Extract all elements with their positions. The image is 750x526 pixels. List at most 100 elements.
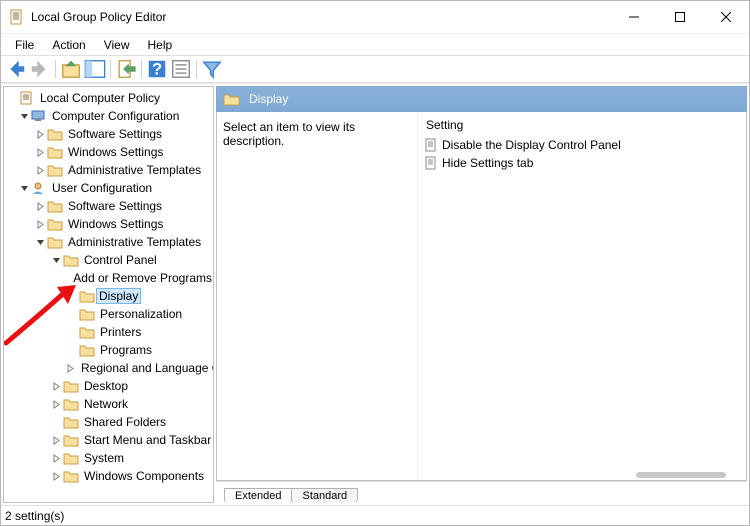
policy-tree[interactable]: Local Computer Policy Computer Configura… (4, 87, 213, 502)
list-item[interactable]: Disable the Display Control Panel (424, 136, 740, 154)
help-button[interactable]: ? (146, 58, 168, 80)
tree-admin-templates-user[interactable]: Administrative Templates (4, 233, 213, 251)
tree-label: Administrative Templates (67, 235, 202, 249)
tree-admin-templates[interactable]: Administrative Templates (4, 161, 213, 179)
chevron-right-icon[interactable] (50, 398, 62, 410)
settings-list[interactable]: Setting Disable the Display Control Pane… (417, 112, 746, 480)
toolbar-separator (110, 60, 111, 78)
chevron-right-icon[interactable] (34, 200, 46, 212)
user-icon (31, 181, 47, 195)
horizontal-scrollbar[interactable] (636, 472, 726, 478)
tree-root[interactable]: Local Computer Policy (4, 89, 213, 107)
export-button[interactable] (115, 58, 137, 80)
detail-body: Select an item to view its description. … (216, 112, 747, 481)
tree-system[interactable]: System (4, 449, 213, 467)
content-area: Local Computer Policy Computer Configura… (1, 83, 749, 505)
tree-windows-settings[interactable]: Windows Settings (4, 143, 213, 161)
folder-icon (47, 199, 63, 213)
tree-label: Regional and Language Options (80, 361, 213, 375)
tree-windows-settings-user[interactable]: Windows Settings (4, 215, 213, 233)
list-item[interactable]: Hide Settings tab (424, 154, 740, 172)
chevron-right-icon[interactable] (50, 434, 62, 446)
back-button[interactable] (5, 58, 27, 80)
tree-printers[interactable]: Printers (4, 323, 213, 341)
show-hide-tree-button[interactable] (84, 58, 106, 80)
folder-icon (79, 307, 95, 321)
tree-label: Windows Settings (67, 217, 164, 231)
folder-icon (47, 235, 63, 249)
chevron-right-icon[interactable] (50, 380, 62, 392)
tree-programs[interactable]: Programs (4, 341, 213, 359)
folder-icon (68, 271, 69, 285)
tree-label: Windows Components (83, 469, 205, 483)
tab-extended[interactable]: Extended (224, 488, 292, 503)
filter-button[interactable] (201, 58, 223, 80)
toolbar-separator (55, 60, 56, 78)
menubar: File Action View Help (1, 33, 749, 55)
up-button[interactable] (60, 58, 82, 80)
tree-shared-folders[interactable]: Shared Folders (4, 413, 213, 431)
folder-icon (47, 127, 63, 141)
minimize-button[interactable] (611, 1, 657, 33)
blank-expander (66, 272, 67, 284)
tree-computer-config[interactable]: Computer Configuration (4, 107, 213, 125)
folder-icon (63, 415, 79, 429)
blank-expander (50, 416, 62, 428)
tree-start-menu[interactable]: Start Menu and Taskbar (4, 431, 213, 449)
chevron-right-icon[interactable] (34, 164, 46, 176)
chevron-right-icon[interactable] (50, 470, 62, 482)
toolbar-separator (196, 60, 197, 78)
chevron-right-icon[interactable] (34, 146, 46, 158)
menu-action[interactable]: Action (44, 36, 93, 54)
chevron-right-icon[interactable] (34, 128, 46, 140)
properties-button[interactable] (170, 58, 192, 80)
chevron-right-icon[interactable] (66, 362, 75, 374)
close-button[interactable] (703, 1, 749, 33)
tree-windows-components[interactable]: Windows Components (4, 467, 213, 485)
blank-expander (66, 290, 78, 302)
folder-icon (47, 145, 63, 159)
column-header-setting[interactable]: Setting (424, 116, 740, 136)
tree-desktop[interactable]: Desktop (4, 377, 213, 395)
menu-help[interactable]: Help (140, 36, 181, 54)
tree-software-settings-user[interactable]: Software Settings (4, 197, 213, 215)
tree-software-settings[interactable]: Software Settings (4, 125, 213, 143)
tree-network[interactable]: Network (4, 395, 213, 413)
statusbar: 2 setting(s) (1, 505, 749, 525)
list-item-label: Disable the Display Control Panel (442, 138, 621, 152)
tree-pane: Local Computer Policy Computer Configura… (3, 86, 214, 503)
tree-label: Software Settings (67, 199, 163, 213)
tree-label: Printers (99, 325, 142, 339)
tree-control-panel[interactable]: Control Panel (4, 251, 213, 269)
tree-label: Software Settings (67, 127, 163, 141)
forward-button[interactable] (29, 58, 51, 80)
menu-view[interactable]: View (96, 36, 138, 54)
tree-personalization[interactable]: Personalization (4, 305, 213, 323)
maximize-button[interactable] (657, 1, 703, 33)
folder-icon (79, 289, 95, 303)
tree-label: Local Computer Policy (39, 91, 161, 105)
chevron-down-icon[interactable] (50, 254, 62, 266)
tree-add-remove[interactable]: Add or Remove Programs (4, 269, 213, 287)
detail-header: Display (216, 86, 747, 112)
chevron-down-icon[interactable] (18, 110, 30, 122)
chevron-right-icon[interactable] (50, 452, 62, 464)
menu-file[interactable]: File (7, 36, 42, 54)
tree-label: Display (96, 288, 141, 304)
detail-title: Display (249, 92, 288, 106)
tree-user-config[interactable]: User Configuration (4, 179, 213, 197)
blank-expander (6, 92, 18, 104)
chevron-down-icon[interactable] (34, 236, 46, 248)
window-title: Local Group Policy Editor (31, 10, 611, 24)
tree-display[interactable]: Display (4, 287, 213, 305)
tree-regional[interactable]: Regional and Language Options (4, 359, 213, 377)
tabstrip: Extended Standard (216, 481, 747, 503)
blank-expander (66, 326, 78, 338)
tree-label: User Configuration (51, 181, 153, 195)
tab-standard[interactable]: Standard (291, 488, 358, 503)
toolbar: ? (1, 55, 749, 83)
chevron-right-icon[interactable] (34, 218, 46, 230)
toolbar-separator (141, 60, 142, 78)
tree-label: Network (83, 397, 129, 411)
chevron-down-icon[interactable] (18, 182, 30, 194)
